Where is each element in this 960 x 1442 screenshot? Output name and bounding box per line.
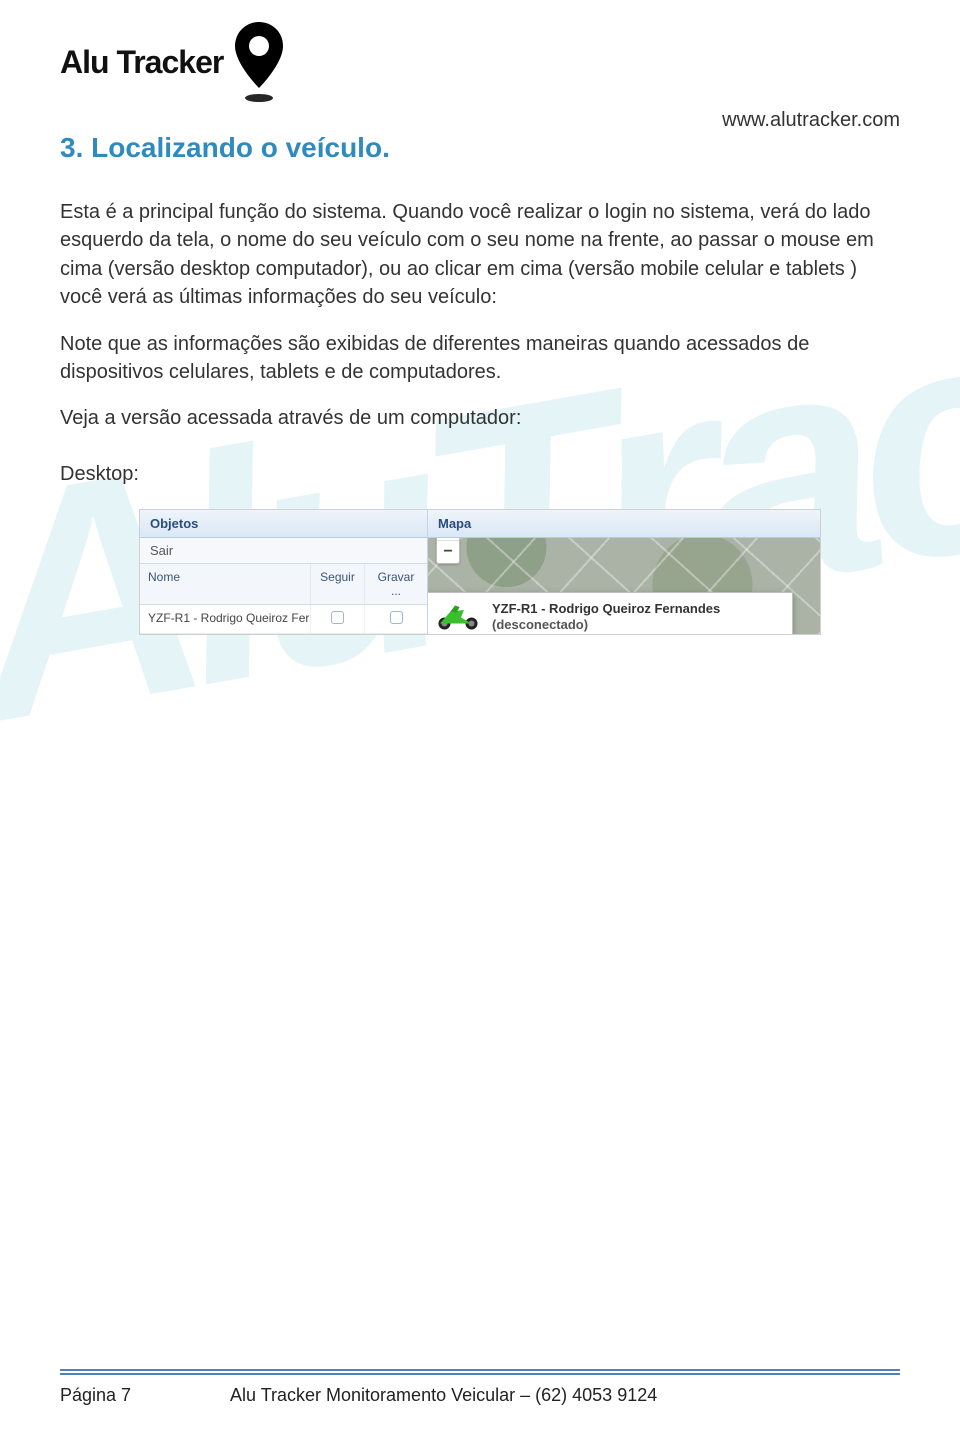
footer-divider [60, 1373, 900, 1375]
tooltip-status: (desconectado) [492, 617, 720, 632]
page-header: Alu Tracker www.alutracker.com [60, 20, 900, 104]
col-seguir[interactable]: Seguir [311, 564, 365, 604]
motorcycle-icon [434, 601, 482, 631]
map-pin-icon [231, 20, 287, 104]
panel-objetos-title: Objetos [140, 510, 427, 538]
tooltip-header: YZF-R1 - Rodrigo Queiroz Fernandes (desc… [428, 593, 792, 634]
panel-mapa-title: Mapa [428, 510, 820, 538]
checkbox-seguir[interactable] [331, 611, 344, 624]
vehicle-tooltip: YZF-R1 - Rodrigo Queiroz Fernandes (desc… [428, 592, 793, 634]
cell-seguir [311, 605, 365, 633]
link-sair[interactable]: Sair [140, 538, 427, 564]
app-screenshot: Objetos Sair Nome Seguir Gravar ... YZF-… [140, 510, 820, 634]
paragraph-2: Note que as informações são exibidas de … [60, 330, 900, 387]
page-footer: Página 7 Alu Tracker Monitoramento Veicu… [60, 1369, 900, 1406]
col-gravar[interactable]: Gravar ... [365, 564, 427, 604]
tooltip-title: YZF-R1 - Rodrigo Queiroz Fernandes [492, 601, 720, 617]
col-nome[interactable]: Nome [140, 564, 311, 604]
logo-text: Alu Tracker [60, 44, 223, 81]
paragraph-3: Veja a versão acessada através de um com… [60, 404, 900, 432]
cell-gravar [365, 605, 427, 633]
footer-company-info: Alu Tracker Monitoramento Veicular – (62… [230, 1385, 900, 1406]
page-content: Alu Tracker www.alutracker.com 3. Locali… [0, 0, 960, 634]
checkbox-gravar[interactable] [390, 611, 403, 624]
section-title: 3. Localizando o veículo. [60, 132, 900, 164]
zoom-out-button[interactable]: − [437, 541, 459, 563]
panel-mapa: Mapa + − YZF-R1 - Rodri [428, 510, 820, 634]
footer-page-number: Página 7 [60, 1385, 230, 1406]
table-row[interactable]: YZF-R1 - Rodrigo Queiroz Fern... [140, 605, 427, 634]
cell-nome: YZF-R1 - Rodrigo Queiroz Fern... [140, 605, 311, 633]
panel-objetos: Objetos Sair Nome Seguir Gravar ... YZF-… [140, 510, 428, 634]
label-desktop: Desktop: [60, 463, 900, 486]
table-header: Nome Seguir Gravar ... [140, 564, 427, 605]
header-url: www.alutracker.com [722, 109, 900, 132]
logo: Alu Tracker [60, 20, 287, 104]
footer-divider [60, 1369, 900, 1371]
paragraph-1: Esta é a principal função do sistema. Qu… [60, 198, 900, 312]
